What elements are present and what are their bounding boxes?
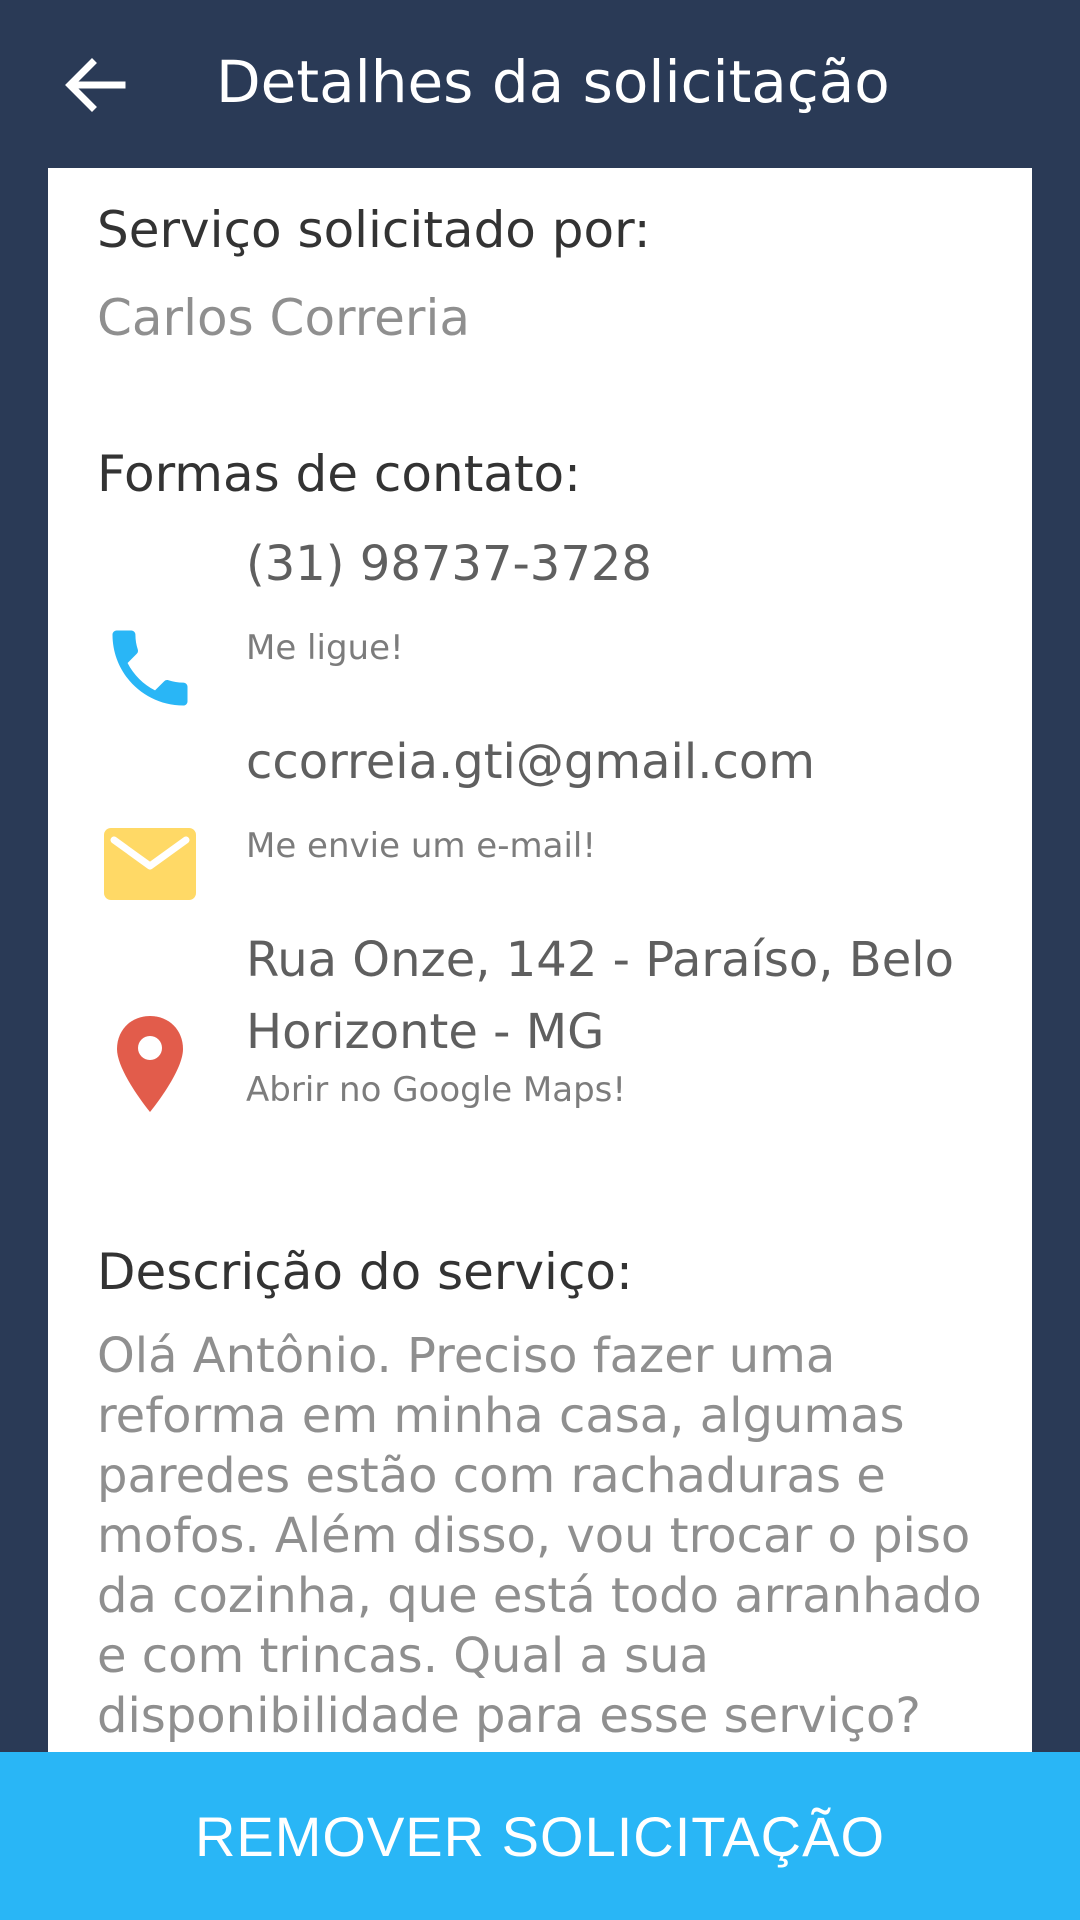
call-action-label: Me ligue! bbox=[246, 628, 404, 668]
back-button[interactable] bbox=[52, 44, 140, 126]
phone-number: (31) 98737-3728 bbox=[246, 536, 652, 592]
page-title: Detalhes da solicitação bbox=[216, 48, 890, 116]
contact-email[interactable]: ccorreia.gti@gmail.com Me envie um e-mai… bbox=[48, 726, 1032, 906]
contact-address[interactable]: Rua Onze, 142 - Paraíso, Belo Horizonte … bbox=[48, 924, 1032, 1184]
contact-heading: Formas de contato: bbox=[97, 445, 581, 503]
mail-icon bbox=[104, 828, 196, 900]
requester-name: Carlos Correria bbox=[97, 289, 471, 347]
remove-request-button[interactable]: REMOVER SOLICITAÇÃO bbox=[0, 1752, 1080, 1920]
address-line-1: Rua Onze, 142 - Paraíso, Belo bbox=[246, 932, 954, 988]
address-line-2: Horizonte - MG bbox=[246, 1004, 605, 1060]
phone-icon bbox=[112, 630, 188, 706]
email-action-label: Me envie um e-mail! bbox=[246, 826, 596, 866]
map-pin-icon bbox=[117, 1016, 183, 1112]
app-bar: Detalhes da solicitação bbox=[0, 0, 1080, 168]
request-details-card: Serviço solicitado por: Carlos Correria … bbox=[48, 168, 1032, 1752]
requester-heading: Serviço solicitado por: bbox=[97, 201, 651, 259]
email-address: ccorreia.gti@gmail.com bbox=[246, 734, 815, 790]
arrow-left-icon bbox=[65, 58, 126, 112]
description-text: Olá Antônio. Preciso fazer uma reforma e… bbox=[97, 1328, 982, 1744]
maps-action-label: Abrir no Google Maps! bbox=[246, 1070, 627, 1110]
contact-phone[interactable]: (31) 98737-3728 Me ligue! bbox=[48, 528, 1032, 708]
description-heading: Descrição do serviço: bbox=[97, 1243, 633, 1301]
